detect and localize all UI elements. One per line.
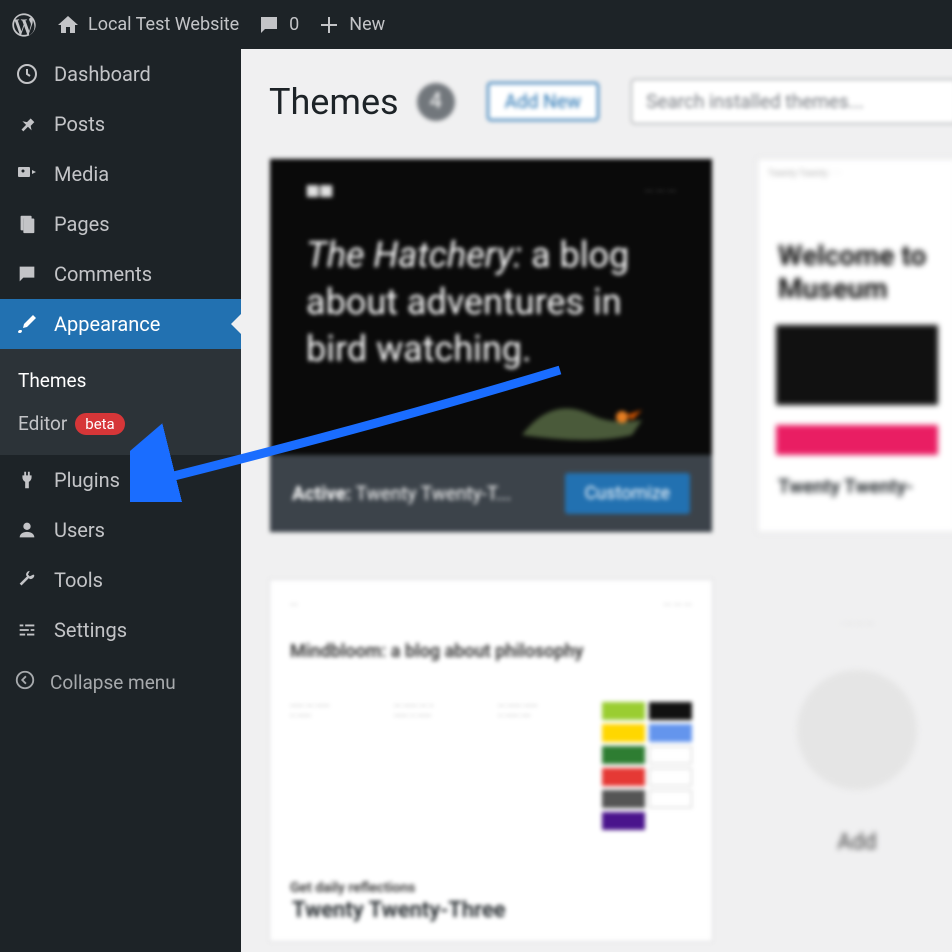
new-label: New [349,14,385,35]
menu-posts[interactable]: Posts [0,99,241,149]
theme-count-badge: 4 [417,83,455,121]
menu-label: Appearance [54,312,160,336]
customize-button[interactable]: Customize [565,473,690,514]
beta-badge: beta [75,413,124,435]
comments-link[interactable]: 0 [257,13,299,37]
sliders-icon [14,617,40,643]
plus-icon [317,13,341,37]
theme-preview: ⬜⬜··· ··· ··· The Hatchery: a blog about… [270,159,712,455]
menu-label: Comments [54,262,152,286]
wrench-icon [14,567,40,593]
user-icon [14,517,40,543]
pin-icon [14,111,40,137]
plug-icon [14,467,40,493]
wordpress-icon [10,11,38,39]
submenu-editor[interactable]: Editor beta [0,402,241,445]
menu-users[interactable]: Users [0,505,241,555]
menu-comments[interactable]: Comments [0,249,241,299]
pages-icon [14,211,40,237]
site-link[interactable]: Local Test Website [56,13,239,37]
submenu-label: Editor [18,412,67,435]
menu-label: Tools [54,568,103,592]
admin-top-bar: Local Test Website 0 New [0,0,952,49]
menu-label: Pages [54,212,110,236]
wordpress-logo[interactable] [10,11,38,39]
theme-name: Twenty Twenty- [758,455,952,518]
theme-status: Active: Twenty Twenty-T... [292,482,511,505]
menu-label: Dashboard [54,62,151,86]
page-title: Themes [269,81,399,123]
submenu-themes[interactable]: Themes [0,359,241,402]
menu-tools[interactable]: Tools [0,555,241,605]
search-themes-input[interactable]: Search installed themes... [631,79,952,124]
preview-welcome: Welcome to Museum [758,239,952,305]
submenu-label: Themes [18,369,86,392]
add-label: Add [767,830,947,855]
menu-plugins[interactable]: Plugins [0,455,241,505]
home-icon [56,13,80,37]
menu-label: Posts [54,112,105,136]
theme-footer: Active: Twenty Twenty-T... Customize [270,455,712,532]
appearance-submenu: Themes Editor beta [0,349,241,455]
menu-label: Settings [54,618,127,642]
new-content-link[interactable]: New [317,13,385,37]
menu-pages[interactable]: Pages [0,199,241,249]
media-icon [14,161,40,187]
collapse-label: Collapse menu [50,671,176,694]
theme-card[interactable]: Twenty Twenty · ··· Welcome to Museum Tw… [757,158,952,533]
bird-icon [512,375,652,455]
brush-icon [14,311,40,337]
preview-heading: The Hatchery: a blog about adventures in… [306,232,676,372]
dashboard-icon [14,61,40,87]
admin-sidebar: Dashboard Posts Media Pages Comments App… [0,49,241,952]
page-header: Themes 4 Add New Search installed themes… [269,79,952,124]
menu-appearance[interactable]: Appearance [0,299,241,349]
main-content: Themes 4 Add New Search installed themes… [241,49,952,952]
menu-media[interactable]: Media [0,149,241,199]
add-new-theme-button[interactable]: Add New [487,82,599,121]
theme-preview: ······ ··· ··· Mindbloom: a blog about p… [270,580,712,880]
comment-count: 0 [289,14,299,35]
theme-card[interactable]: ······ ··· ··· Mindbloom: a blog about p… [269,579,713,942]
collapse-menu[interactable]: Collapse menu [0,655,241,710]
theme-card-active[interactable]: ⬜⬜··· ··· ··· The Hatchery: a blog about… [269,158,713,533]
comment-icon [14,261,40,287]
add-theme-card[interactable]: · ··· ··· ··· Add [757,579,952,942]
menu-label: Plugins [54,468,120,492]
collapse-icon [14,669,36,696]
menu-dashboard[interactable]: Dashboard [0,49,241,99]
comment-icon [257,13,281,37]
site-name: Local Test Website [88,14,239,35]
menu-label: Media [54,162,109,186]
theme-grid: ⬜⬜··· ··· ··· The Hatchery: a blog about… [269,158,952,533]
menu-settings[interactable]: Settings [0,605,241,655]
menu-label: Users [54,518,105,542]
